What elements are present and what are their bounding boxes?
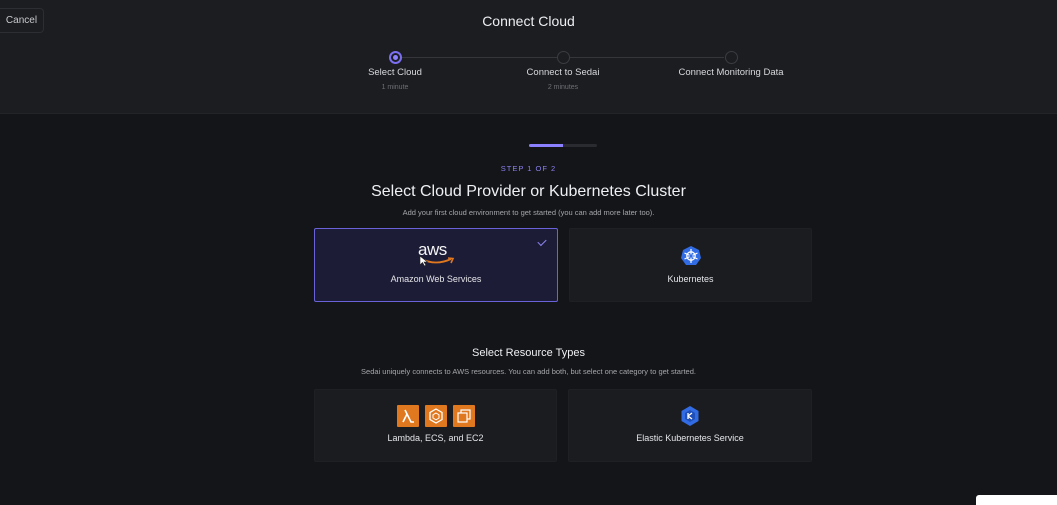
kubernetes-icon: [681, 246, 701, 265]
step-active-dot-icon: [388, 51, 402, 64]
kubernetes-provider-card[interactable]: Kubernetes: [569, 228, 812, 302]
header: Cancel Connect Cloud Select Cloud 1 minu…: [0, 0, 1057, 114]
ecs-icon: [425, 405, 447, 427]
aws-provider-card[interactable]: aws Amazon Web Services: [314, 228, 558, 302]
eks-card[interactable]: Elastic Kubernetes Service: [568, 389, 812, 462]
step-duration: 2 minutes: [547, 84, 579, 91]
provider-section-title: Select Cloud Provider or Kubernetes Clus…: [371, 183, 686, 200]
ec2-icon: [453, 405, 475, 427]
step-connect-to-sedai: Connect to Sedai 2 minutes: [483, 51, 643, 91]
step-dot-icon: [556, 51, 570, 64]
lambda-icon: [397, 405, 419, 427]
check-icon: [537, 236, 547, 247]
resource-section-subtitle: Sedai uniquely connects to AWS resources…: [361, 367, 696, 376]
step-duration: 1 minute: [381, 84, 409, 91]
resource-section-title: Select Resource Types: [472, 347, 585, 359]
eks-icon: [681, 406, 699, 426]
eks-label: Elastic Kubernetes Service: [636, 433, 744, 443]
step-label: Connect Monitoring Data: [678, 67, 784, 78]
lambda-ecs-ec2-label: Lambda, ECS, and EC2: [387, 433, 484, 443]
step-progress-fill: [529, 144, 563, 147]
chat-widget-tab[interactable]: [976, 495, 1057, 505]
step-connect-monitoring-data: Connect Monitoring Data: [651, 51, 811, 78]
mouse-cursor-icon: [419, 255, 429, 267]
step-select-cloud: Select Cloud 1 minute: [315, 51, 475, 91]
step-dot-icon: [724, 51, 738, 64]
page-title: Connect Cloud: [482, 13, 575, 29]
step-label: Select Cloud: [368, 67, 422, 78]
lambda-ecs-ec2-card[interactable]: Lambda, ECS, and EC2: [314, 389, 557, 462]
step-progress-bar: [529, 144, 597, 147]
kubernetes-provider-label: Kubernetes: [667, 274, 714, 284]
provider-section-subtitle: Add your first cloud environment to get …: [402, 208, 655, 217]
step-label: Connect to Sedai: [526, 67, 600, 78]
aws-provider-label: Amazon Web Services: [390, 274, 482, 284]
step-counter: STEP 1 OF 2: [500, 164, 557, 173]
